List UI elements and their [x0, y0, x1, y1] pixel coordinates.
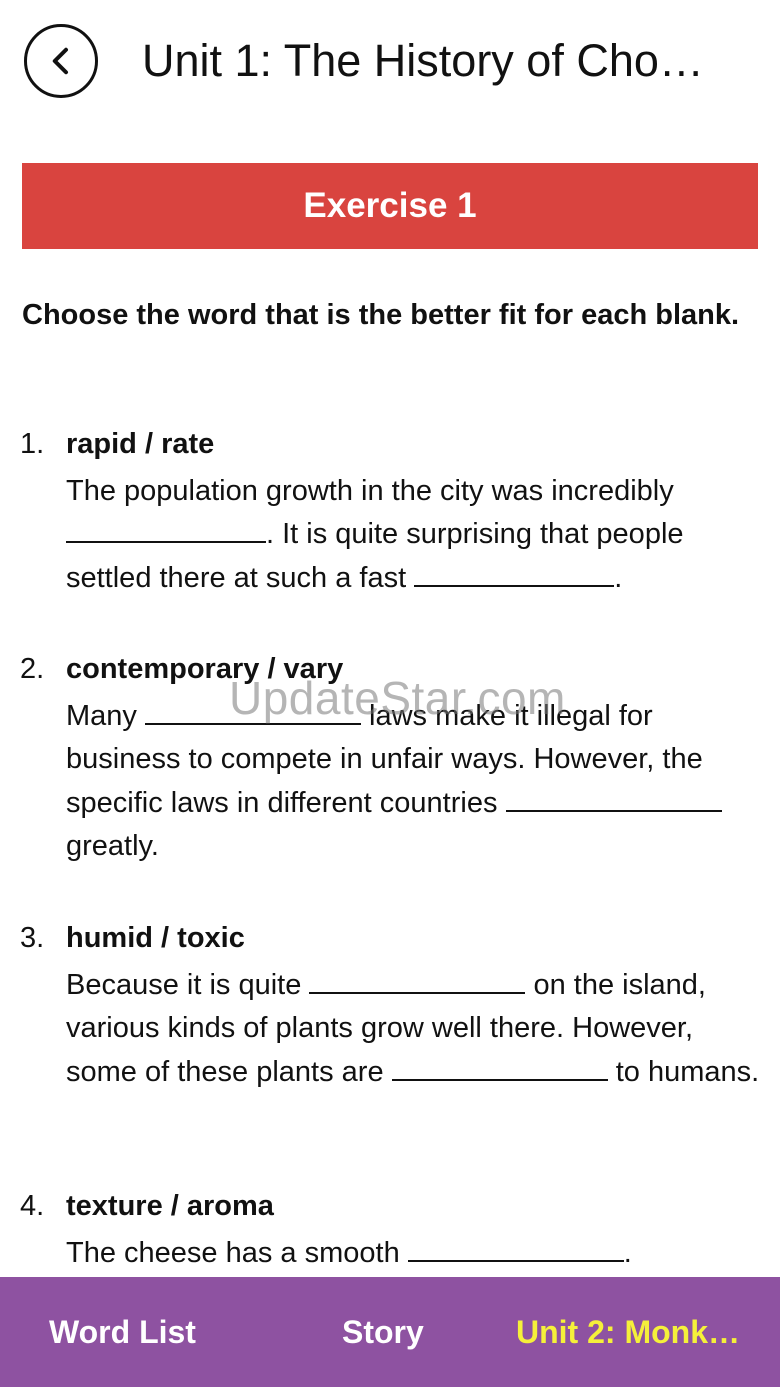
- nav-next-unit[interactable]: Unit 2: Monk…: [516, 1277, 761, 1387]
- exercise-label: Exercise 1: [303, 186, 477, 225]
- word-choices: humid / toxic: [66, 922, 245, 954]
- question-item: 1. rapid / rate The population growth in…: [20, 423, 765, 600]
- bottom-navigation: Word List Story Unit 2: Monk…: [0, 1277, 780, 1387]
- word-choices: texture / aroma: [66, 1190, 274, 1222]
- question-item: 2. contemporary / vary Many laws make it…: [20, 648, 765, 868]
- question-item: 3. humid / toxic Because it is quite on …: [20, 917, 765, 1094]
- answer-blank[interactable]: [391, 1052, 608, 1081]
- question-number: 3.: [20, 922, 45, 954]
- answer-blank[interactable]: [144, 696, 361, 725]
- instructions-text: Choose the word that is the better fit f…: [22, 299, 740, 331]
- question-sentence: The population growth in the city was in…: [66, 475, 684, 594]
- answer-blank[interactable]: [66, 514, 266, 544]
- page-title: Unit 1: The History of Cho…: [142, 35, 704, 86]
- question-number: 1.: [20, 428, 45, 460]
- answer-blank[interactable]: [407, 1233, 624, 1262]
- question-sentence: The cheese has a smooth .: [66, 1232, 765, 1275]
- word-choices: rapid / rate: [66, 428, 215, 460]
- answer-blank[interactable]: [505, 783, 722, 812]
- answer-blank[interactable]: [414, 558, 615, 587]
- back-button[interactable]: [24, 24, 98, 98]
- question-sentence: Many laws make it illegal for business t…: [66, 695, 765, 868]
- exercise-banner: Exercise 1: [22, 163, 758, 249]
- answer-blank[interactable]: [309, 965, 526, 994]
- question-number: 4.: [20, 1190, 45, 1222]
- nav-story[interactable]: Story: [342, 1277, 482, 1387]
- question-item: 4. texture / aroma The cheese has a smoo…: [20, 1185, 765, 1275]
- app-header: Unit 1: The History of Cho…: [0, 0, 780, 125]
- chevron-left-icon: [52, 47, 68, 75]
- question-number: 2.: [20, 653, 45, 685]
- nav-word-list[interactable]: Word List: [49, 1277, 249, 1387]
- word-choices: contemporary / vary: [66, 653, 344, 685]
- question-sentence: Because it is quite on the island, vario…: [66, 964, 765, 1094]
